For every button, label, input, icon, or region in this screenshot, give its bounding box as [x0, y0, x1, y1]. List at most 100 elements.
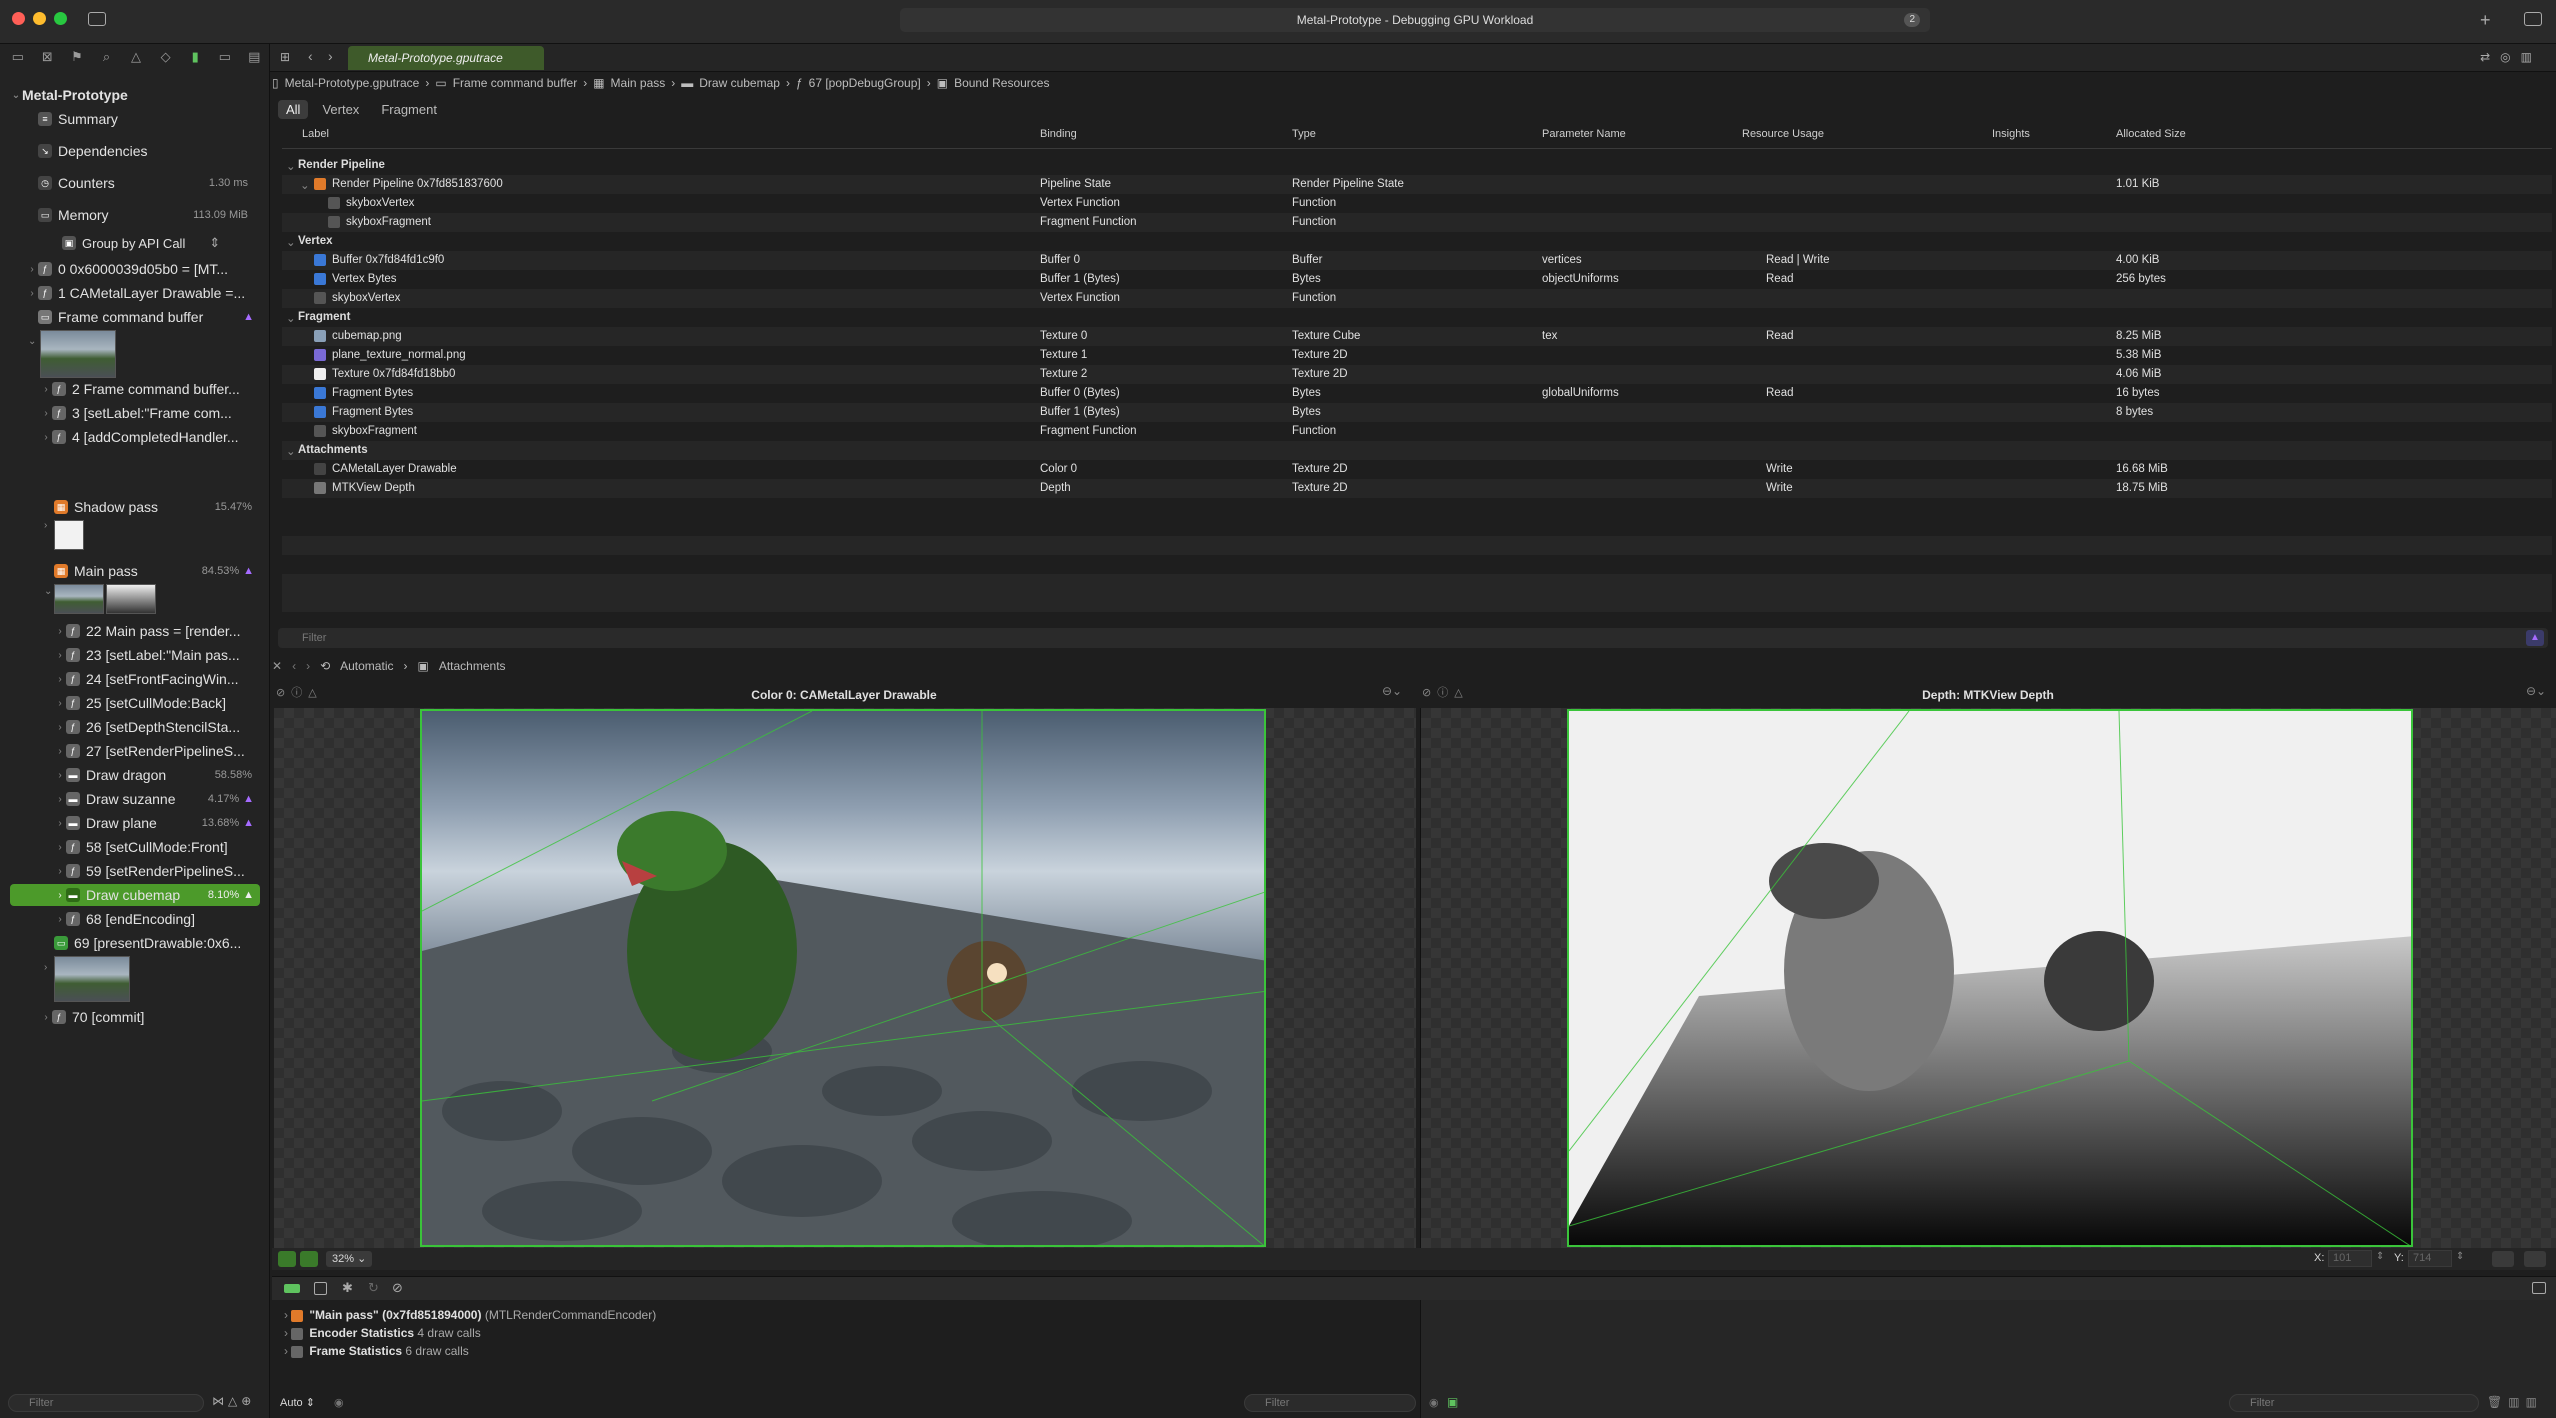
column-header-type[interactable]: Type [1292, 128, 1316, 140]
segment-all[interactable]: All [278, 100, 309, 119]
chevron-down-icon[interactable]: ⌄ [286, 311, 296, 325]
chevron-right-icon[interactable]: › [54, 914, 66, 925]
warning-icon[interactable]: ▲ [243, 817, 254, 829]
tree-item[interactable]: › ƒ 4 [addCompletedHandler... [40, 426, 308, 448]
variable-row[interactable]: › "Main pass" (0x7fd851894000) (MTLRende… [284, 1308, 656, 1322]
table-filter-input[interactable]: Filter [278, 628, 2548, 648]
zoom-popup[interactable]: 32% ⌄ [326, 1251, 373, 1267]
chevron-right-icon[interactable]: › [44, 520, 47, 531]
frame-thumbnail[interactable] [40, 330, 116, 378]
table-row[interactable]: skyboxVertex Vertex Function Function [282, 289, 2552, 308]
chevron-down-icon[interactable]: ⌄ [10, 90, 22, 101]
main-pass-thumbnail-color[interactable] [54, 584, 104, 614]
present-thumbnail[interactable] [54, 956, 130, 1002]
chevron-right-icon[interactable]: › [54, 650, 66, 661]
forward-icon[interactable]: › [306, 659, 310, 673]
tree-item-draw-dragon[interactable]: › ▬ Draw dragon 58.58% [54, 764, 262, 786]
chevron-right-icon[interactable]: › [54, 842, 66, 853]
segment-fragment[interactable]: Fragment [373, 100, 445, 119]
tree-item-draw-cubemap[interactable]: › ▬ Draw cubemap 8.10% ▲ [10, 884, 260, 906]
source-control-icon[interactable]: ⊠ [36, 48, 60, 66]
column-header-parameter-name[interactable]: Parameter Name [1542, 128, 1626, 140]
table-row[interactable]: Fragment Bytes Buffer 0 (Bytes) Bytes globa… [282, 384, 2552, 403]
breadcrumb-item[interactable]: 67 [popDebugGroup] [809, 76, 921, 90]
chevron-down-icon[interactable]: ⌄ [28, 336, 36, 347]
close-window-button[interactable] [12, 12, 25, 25]
x-stepper-icon[interactable]: ⇕ [2376, 1251, 2384, 1262]
forward-icon[interactable]: › [328, 48, 333, 64]
chevron-right-icon[interactable]: › [26, 288, 38, 299]
panel-toggle-icon[interactable] [2532, 1282, 2546, 1294]
bookmark-icon[interactable]: ⚑ [65, 48, 89, 66]
table-row[interactable]: plane_texture_normal.png Texture 1 Texture… [282, 346, 2552, 365]
shader-profiler-icon[interactable]: ▣ [1447, 1395, 1458, 1409]
tab-gputrace[interactable]: Metal-Prototype.gputrace [348, 46, 544, 70]
group-row-vertex[interactable]: ⌄ Vertex [282, 232, 2552, 251]
chevron-down-icon[interactable]: ⌄ [44, 586, 52, 597]
filter-options-icons[interactable]: ⋈△⊕ [212, 1394, 255, 1408]
chevron-right-icon[interactable]: › [54, 626, 66, 637]
chevron-right-icon[interactable]: › [284, 1344, 288, 1358]
chevron-right-icon[interactable]: › [26, 264, 38, 275]
chevron-right-icon[interactable]: › [54, 698, 66, 709]
tree-item[interactable]: › ƒ 1 CAMetalLayer Drawable =... [26, 282, 294, 304]
folder-icon[interactable]: ▭ [6, 48, 30, 66]
tree-item-draw-plane[interactable]: › ▬ Draw plane 13.68% ▲ [54, 812, 262, 834]
tree-item-shadow-pass[interactable]: ▦ Shadow pass 15.47% [54, 496, 262, 518]
table-row[interactable]: skyboxVertex Vertex Function Function [282, 194, 2552, 213]
tree-item-frame-command-buffer[interactable]: ▭ Frame command buffer ▲ [38, 306, 262, 328]
chevron-right-icon[interactable]: › [54, 674, 66, 685]
eye-icon[interactable]: ◉ [334, 1396, 344, 1409]
sidebar-toggle-icon[interactable] [88, 12, 106, 26]
issue-count-badge[interactable]: 2 [1904, 13, 1920, 27]
table-row[interactable]: ⌄ Render Pipeline 0x7fd851837600 Pipeline … [282, 175, 2552, 194]
shader-icon[interactable]: ⊘ [392, 1280, 403, 1296]
column-header-resource-usage[interactable]: Resource Usage [1742, 128, 1824, 140]
find-icon[interactable]: ⌕ [95, 48, 119, 66]
table-row[interactable]: Texture 0x7fd84fd18bb0 Texture 2 Texture 2… [282, 365, 2552, 384]
chevron-right-icon[interactable]: › [40, 1012, 52, 1023]
zoom-window-button[interactable] [54, 12, 67, 25]
breadcrumb-item[interactable]: Metal-Prototype.gputrace [285, 76, 420, 90]
breadcrumb-item[interactable]: Bound Resources [954, 76, 1049, 90]
minimize-window-button[interactable] [33, 12, 46, 25]
console-filter-input[interactable]: Filter [2229, 1394, 2479, 1412]
variable-row[interactable]: › Encoder Statistics 4 draw calls [284, 1326, 481, 1340]
group-row-attachments[interactable]: ⌄ Attachments [282, 441, 2552, 460]
breakpoint-icon[interactable]: ▭ [213, 48, 237, 66]
chevron-right-icon[interactable]: › [54, 770, 66, 781]
group-row-render-pipeline[interactable]: ⌄ Render Pipeline [282, 156, 2552, 175]
table-row[interactable]: CAMetalLayer Drawable Color 0 Texture 2D Wr… [282, 460, 2552, 479]
tree-item[interactable]: › ƒ 70 [commit] [40, 1006, 308, 1028]
chevron-right-icon[interactable]: › [54, 794, 66, 805]
color-attachment-canvas[interactable] [274, 708, 1416, 1248]
issue-icon[interactable]: △ [124, 48, 148, 66]
variables-filter-input[interactable]: Filter [1244, 1394, 1416, 1412]
test-icon[interactable]: ◇ [154, 48, 178, 66]
tree-item[interactable]: › ƒ 0 0x6000039d05b0 = [MT... [26, 258, 294, 280]
chevron-right-icon[interactable]: › [284, 1308, 288, 1322]
table-row[interactable]: Fragment Bytes Buffer 1 (Bytes) Bytes 8 byt… [282, 403, 2552, 422]
depth-attachment-canvas[interactable] [1420, 708, 2556, 1248]
back-icon[interactable]: ‹ [292, 659, 296, 673]
chevron-down-icon[interactable]: ⌄ [286, 235, 296, 249]
sidebar-item-dependencies[interactable]: ↘ Dependencies [38, 140, 306, 162]
sidebar-item-memory[interactable]: ▭ Memory 113.09 MiB [38, 204, 258, 226]
debug-icon[interactable]: ▮ [183, 48, 207, 66]
breadcrumb-item[interactable]: Frame command buffer [453, 76, 578, 90]
warning-icon[interactable]: ▲ [243, 565, 254, 577]
grid-icon[interactable]: ⊞ [280, 50, 290, 64]
tree-item-main-pass[interactable]: ▦ Main pass 84.53% ▲ [54, 560, 262, 582]
chevron-right-icon[interactable]: › [54, 866, 66, 877]
warning-icon[interactable]: ▲ [243, 793, 254, 805]
chevron-right-icon[interactable]: › [40, 432, 52, 443]
breadcrumb-item[interactable]: Draw cubemap [699, 76, 780, 90]
chevron-right-icon[interactable]: › [44, 962, 47, 973]
chevron-right-icon[interactable]: › [284, 1326, 288, 1340]
column-header-binding[interactable]: Binding [1040, 128, 1077, 140]
sidebar-item-counters[interactable]: ◷ Counters 1.30 ms [38, 172, 258, 194]
editor-options-icons[interactable]: ⇄◎▥ [2480, 50, 2542, 64]
viewer-mode[interactable]: Automatic [340, 659, 393, 673]
breadcrumb-item[interactable]: Main pass [611, 76, 666, 90]
x-coordinate-field[interactable]: 101 [2328, 1250, 2372, 1267]
